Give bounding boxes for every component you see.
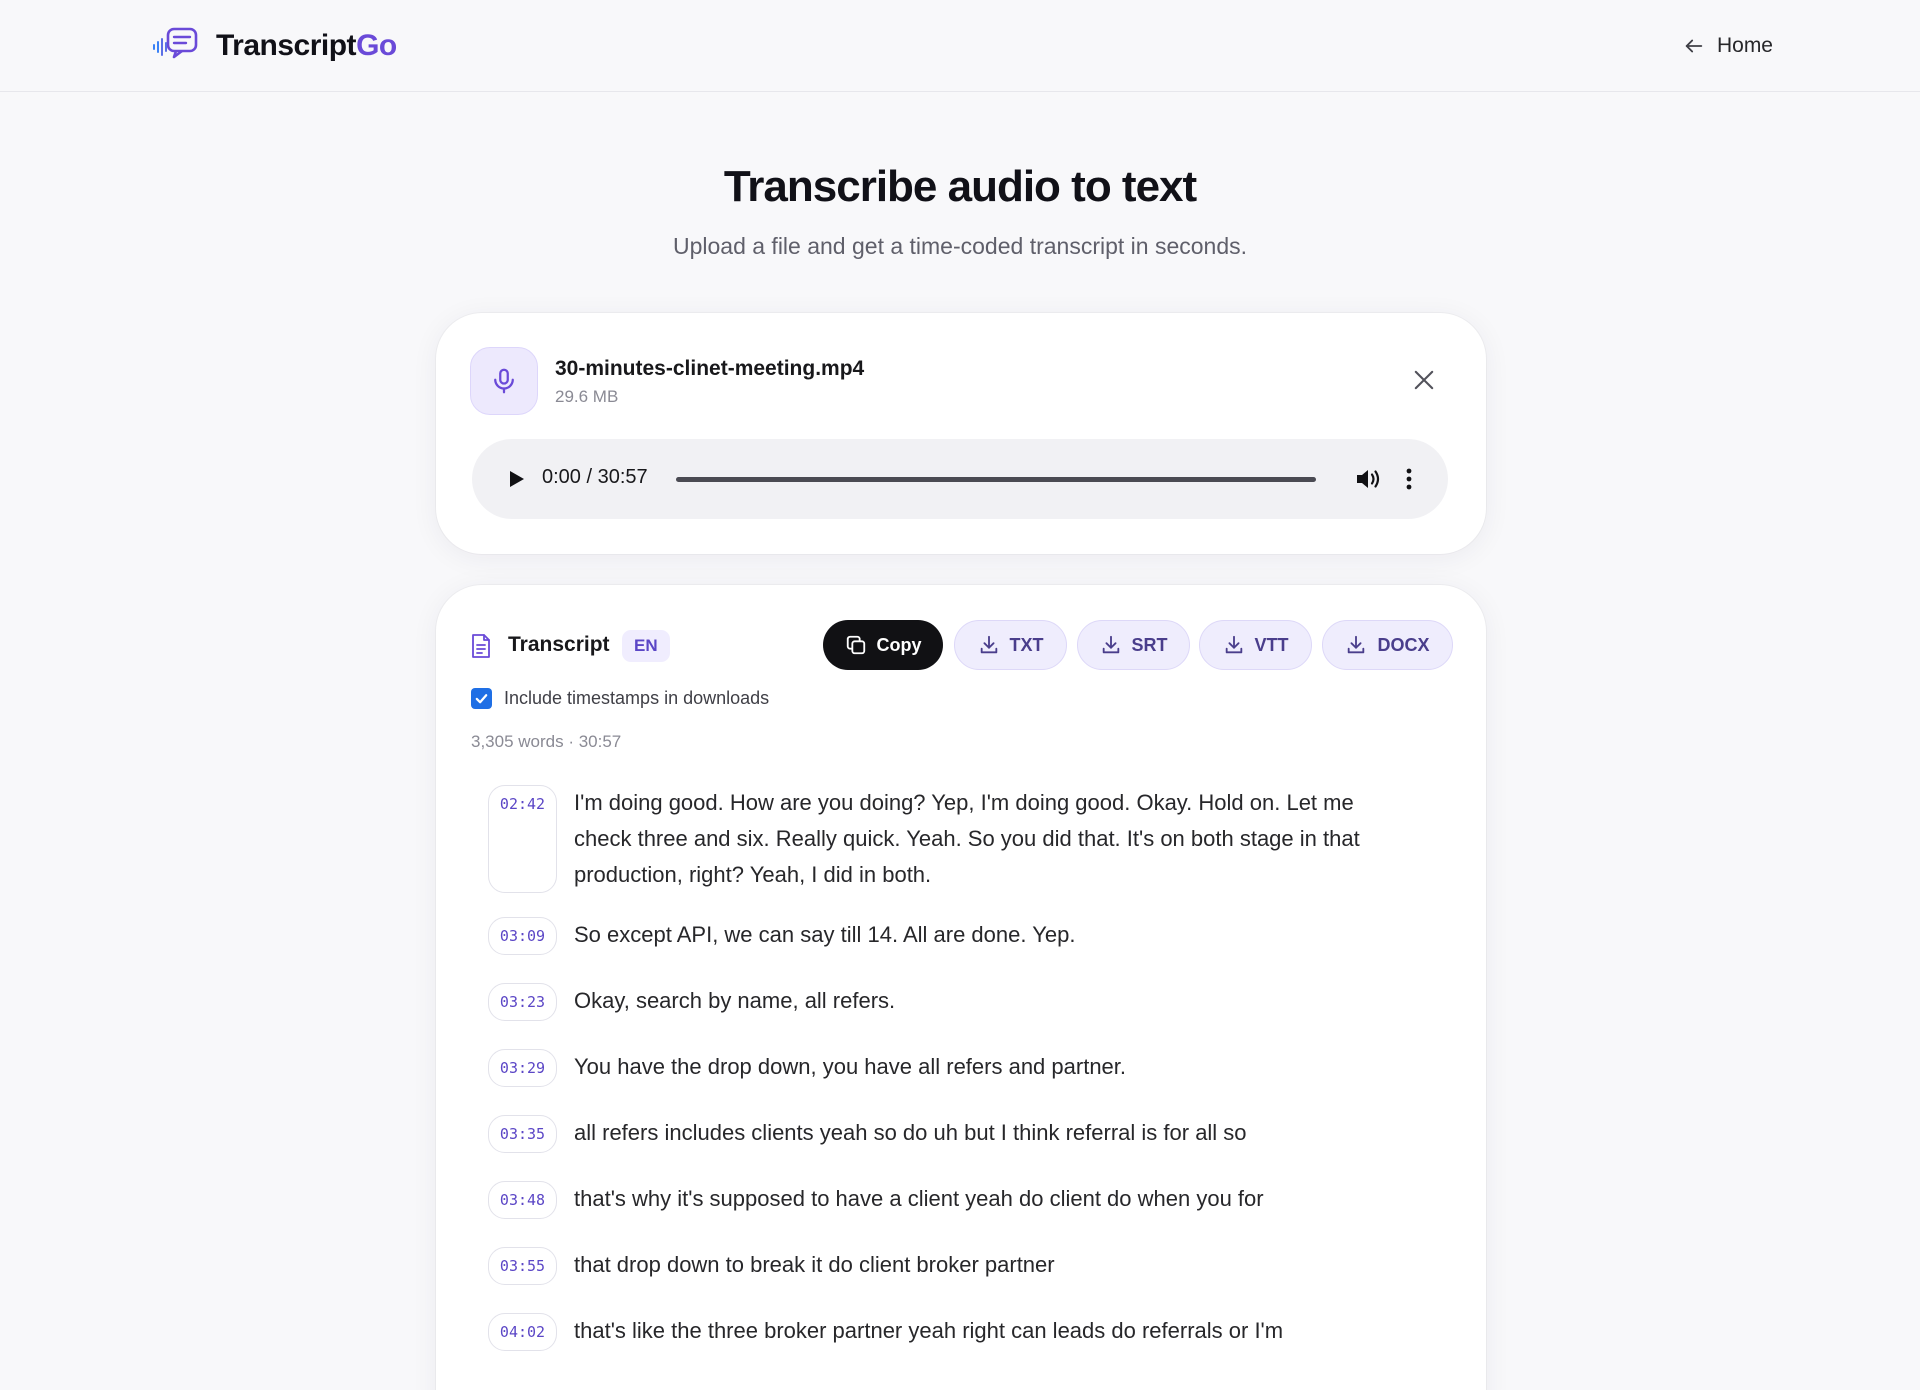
timestamp-chip[interactable]: 03:35: [488, 1115, 557, 1153]
download-txt-label: TXT: [1009, 634, 1044, 655]
download-txt-button[interactable]: TXT: [954, 620, 1067, 670]
transcript-segment: 04:02 that's like the three broker partn…: [488, 1313, 1448, 1351]
download-vtt-label: VTT: [1254, 634, 1289, 655]
timestamp-chip[interactable]: 04:02: [488, 1313, 557, 1351]
uploaded-file-card: 30-minutes-clinet-meeting.mp4 29.6 MB 0:…: [436, 313, 1486, 554]
timestamp-chip[interactable]: 03:09: [488, 917, 557, 955]
download-icon: [1225, 635, 1242, 654]
language-badge: EN: [622, 630, 670, 662]
volume-icon[interactable]: [1354, 466, 1382, 492]
play-icon[interactable]: [504, 467, 528, 491]
download-srt-label: SRT: [1131, 634, 1168, 655]
segment-text: that's like the three broker partner yea…: [574, 1318, 1284, 1343]
segment-text: all refers includes clients yeah so do u…: [574, 1120, 1247, 1145]
brand-logo[interactable]: TranscriptGo: [152, 22, 397, 70]
copy-button-label: Copy: [876, 634, 922, 655]
transcript-title: Transcript: [508, 633, 610, 656]
timestamp-chip[interactable]: 03:23: [488, 983, 557, 1021]
file-type-badge: [470, 347, 538, 415]
segment-text: that drop down to break it do client bro…: [574, 1252, 1055, 1277]
transcript-segment: 03:29 You have the drop down, you have a…: [488, 1049, 1448, 1087]
chat-waveform-icon: [153, 27, 198, 59]
segment-text: Okay, search by name, all refers.: [574, 988, 896, 1013]
download-vtt-button[interactable]: VTT: [1199, 620, 1312, 670]
transcript-segment-list: 02:42 I'm doing good. How are you doing?…: [488, 785, 1448, 1379]
segment-text: You have the drop down, you have all ref…: [574, 1054, 1127, 1079]
close-icon[interactable]: [1410, 366, 1438, 394]
timestamp-chip[interactable]: 03:29: [488, 1049, 557, 1087]
more-vertical-icon[interactable]: [1404, 467, 1414, 491]
file-name: 30-minutes-clinet-meeting.mp4: [555, 357, 865, 380]
arrow-left-icon: [1685, 39, 1703, 53]
top-navigation-bar: TranscriptGo Home: [0, 0, 1920, 92]
home-link[interactable]: Home: [1683, 26, 1773, 66]
include-timestamps-checkbox[interactable]: [471, 688, 492, 709]
download-docx-button[interactable]: DOCX: [1322, 620, 1453, 670]
transcript-segment: 03:09 So except API, we can say till 14.…: [488, 917, 1448, 955]
segment-text: that's why it's supposed to have a clien…: [574, 1186, 1264, 1211]
transcript-segment: 03:23 Okay, search by name, all refers.: [488, 983, 1448, 1021]
segment-text: I'm doing good. How are you doing? Yep, …: [574, 790, 1360, 887]
segment-text: So except API, we can say till 14. All a…: [574, 922, 1076, 947]
download-icon: [1348, 635, 1365, 654]
timestamp-chip[interactable]: 02:42: [488, 785, 557, 893]
transcript-segment: 03:48 that's why it's supposed to have a…: [488, 1181, 1448, 1219]
download-icon: [980, 635, 997, 654]
playback-time: 0:00 / 30:57: [542, 466, 648, 488]
page-subtitle: Upload a file and get a time-coded trans…: [672, 233, 1248, 259]
check-icon: [475, 694, 488, 704]
transcript-segment: 02:42 I'm doing good. How are you doing?…: [488, 785, 1448, 893]
download-icon: [1102, 635, 1119, 654]
transcript-stats: 3,305 words · 30:57: [471, 732, 622, 751]
audio-player: 0:00 / 30:57: [472, 439, 1448, 519]
download-docx-label: DOCX: [1377, 634, 1430, 655]
timestamp-chip[interactable]: 03:55: [488, 1247, 557, 1285]
brand-name: TranscriptGo: [216, 29, 397, 62]
transcript-segment: 03:35 all refers includes clients yeah s…: [488, 1115, 1448, 1153]
home-link-label: Home: [1716, 34, 1773, 57]
transcript-card: Transcript EN Copy TXT SRT VTT DOCX Incl…: [436, 585, 1486, 1390]
download-srt-button[interactable]: SRT: [1077, 620, 1190, 670]
file-size: 29.6 MB: [555, 387, 619, 406]
copy-icon: [846, 635, 865, 655]
microphone-icon: [494, 368, 514, 394]
timestamp-chip[interactable]: 03:48: [488, 1181, 557, 1219]
seek-bar[interactable]: [676, 477, 1316, 482]
copy-button[interactable]: Copy: [823, 620, 943, 670]
transcript-segment: 03:55 that drop down to break it do clie…: [488, 1247, 1448, 1285]
page-title: Transcribe audio to text: [723, 162, 1197, 211]
include-timestamps-label[interactable]: Include timestamps in downloads: [504, 688, 769, 709]
document-icon: [472, 634, 490, 658]
